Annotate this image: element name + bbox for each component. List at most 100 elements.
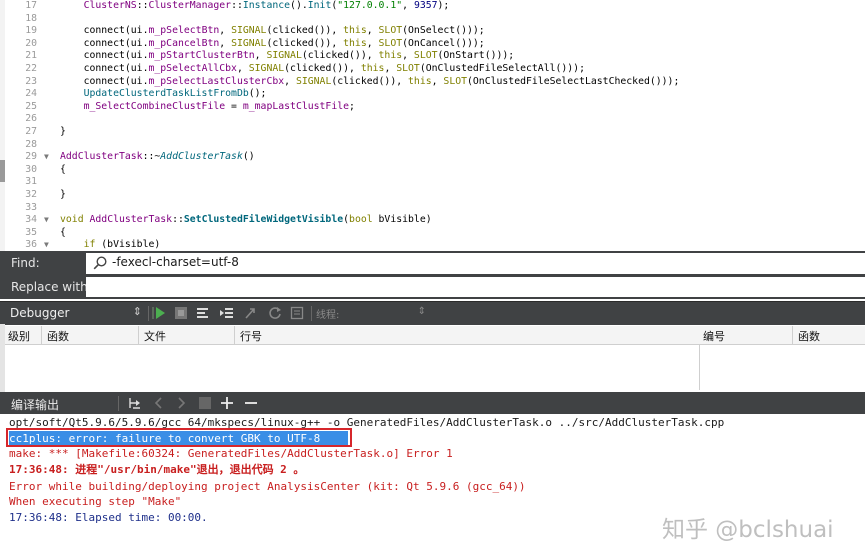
debugger-selector-label: Debugger (10, 306, 70, 320)
compile-output-title: 编译输出 (11, 398, 60, 412)
code-line: 28 (0, 139, 865, 152)
watermark: 知乎 @bclshuai (662, 517, 834, 543)
column-divider[interactable] (792, 326, 793, 344)
line-number: 18 (25, 12, 37, 24)
code-text: if (bVisible) (83, 239, 161, 251)
stack-view[interactable] (5, 345, 699, 390)
error-callout-box (6, 428, 352, 447)
continue-icon[interactable] (152, 306, 166, 320)
code-line: 17 ClusterNS::ClusterManager::Instance()… (0, 0, 865, 13)
line-number: 17 (25, 0, 37, 11)
line-number: 22 (25, 62, 37, 74)
filter-icon[interactable] (128, 396, 142, 410)
line-number: 30 (25, 163, 37, 175)
code-line: 34 ▼ void AddClusterTask::SetClustedFileWi… (0, 214, 865, 227)
plus-icon[interactable] (220, 396, 234, 410)
code-editor[interactable]: 17 ClusterNS::ClusterManager::Instance()… (0, 0, 865, 251)
chevron-left-icon[interactable] (152, 396, 166, 410)
step-into-icon[interactable] (220, 306, 234, 320)
line-number: 32 (25, 188, 37, 200)
code-line: 24 UpdateClusterdTaskListFromDb(); (0, 88, 865, 101)
line-number: 34 (25, 214, 37, 226)
code-line: 33 (0, 202, 865, 215)
code-text: void AddClusterTask::SetClustedFileWidge… (60, 214, 432, 226)
code-line: 18 (0, 13, 865, 26)
output-line: 17:36:48: Elapsed time: 00:00. (9, 511, 208, 524)
code-text: UpdateClusterdTaskListFromDb(); (83, 88, 267, 100)
find-input-value: -fexecl-charset=utf-8 (112, 255, 239, 269)
code-text: AddClusterTask::~AddClusterTask() (60, 151, 255, 163)
code-line: 26 (0, 113, 865, 126)
column-header-file[interactable]: 文件 (144, 328, 166, 344)
code-line: 29 ▼ AddClusterTask::~AddClusterTask() (0, 151, 865, 164)
restart-icon[interactable] (268, 306, 282, 320)
code-line: 35 { (0, 227, 865, 240)
output-line: make: *** [Makefile:60324: GeneratedFile… (9, 447, 453, 460)
code-lines: 17 ClusterNS::ClusterManager::Instance()… (0, 0, 865, 251)
column-divider[interactable] (41, 326, 42, 344)
find-replace-panel: Find: -fexecl-charset=utf-8 Replace with… (0, 251, 865, 299)
output-line: When executing step "Make" (9, 495, 182, 508)
toolbar-separator (118, 396, 119, 411)
code-text: { (60, 226, 66, 238)
fold-arrow-icon[interactable]: ▼ (44, 151, 54, 164)
column-header-number[interactable]: 编号 (703, 328, 725, 344)
code-line: 19 connect(ui.m_pSelectBtn, SIGNAL(click… (0, 25, 865, 38)
column-divider[interactable] (234, 326, 235, 344)
code-line: 32} (0, 189, 865, 202)
code-line: 30 { (0, 164, 865, 177)
debugger-selector[interactable]: Debugger ⇕ (4, 304, 146, 323)
line-number: 25 (25, 100, 37, 112)
stop-debug-icon[interactable] (174, 306, 188, 320)
replace-label: Replace with: (11, 280, 92, 294)
code-line: 27} (0, 126, 865, 139)
stop-icon[interactable] (198, 396, 212, 410)
line-number: 29 (25, 151, 37, 163)
code-line: 22 connect(ui.m_pSelectAllCbx, SIGNAL(cl… (0, 63, 865, 76)
line-number: 36 (25, 239, 37, 251)
line-number: 26 (25, 113, 37, 125)
code-text: connect(ui.m_pCancelBtn, SIGNAL(clicked(… (60, 37, 485, 49)
column-header-function[interactable]: 函数 (47, 328, 69, 344)
column-divider[interactable] (138, 326, 139, 344)
output-line: 17:36:48: 进程"/usr/bin/make"退出，退出代码 2 。 (9, 463, 305, 476)
code-text: } (60, 188, 66, 200)
code-line: 36 ▼ if (bVisible) (0, 239, 865, 251)
column-header-level[interactable]: 级别 (8, 328, 30, 344)
code-text: connect(ui.m_pSelectLastClusterCbx, SIGN… (60, 75, 680, 87)
toolbar-separator (311, 306, 312, 321)
minus-icon[interactable] (244, 396, 258, 410)
breakpoint-view-header: 编号 函数 (700, 326, 865, 345)
line-number: 28 (25, 138, 37, 150)
breakpoint-view[interactable] (699, 345, 865, 390)
line-number: 33 (25, 201, 37, 213)
step-out-icon[interactable] (244, 306, 258, 320)
step-over-icon[interactable] (196, 306, 210, 320)
thread-selector[interactable]: 线程: ⇕ (316, 306, 426, 321)
code-text: connect(ui.m_pSelectAllCbx, SIGNAL(click… (60, 62, 585, 74)
line-number: 20 (25, 37, 37, 49)
code-line: 23 connect(ui.m_pSelectLastClusterCbx, S… (0, 76, 865, 89)
column-header-line[interactable]: 行号 (240, 328, 262, 344)
line-number: 24 (25, 88, 37, 100)
replace-input[interactable] (86, 277, 865, 297)
code-line: 25 m_SelectCombineClustFile = m_mapLastC… (0, 101, 865, 114)
code-text: m_SelectCombineClustFile = m_mapLastClus… (83, 100, 355, 112)
fold-arrow-icon[interactable]: ▼ (44, 214, 54, 227)
fold-arrow-icon[interactable]: ▼ (44, 239, 54, 251)
code-text: { (60, 163, 66, 175)
chevron-right-icon[interactable] (174, 396, 188, 410)
stack-view-header: 级别 函数 文件 行号 (5, 326, 700, 345)
column-header-function[interactable]: 函数 (798, 328, 820, 344)
code-text: } (60, 125, 66, 137)
code-line: 20 connect(ui.m_pCancelBtn, SIGNAL(click… (0, 38, 865, 51)
code-text: connect(ui.m_pStartClusterBtn, SIGNAL(cl… (60, 50, 515, 62)
line-number: 19 (25, 25, 37, 37)
toolbar-separator (148, 306, 149, 321)
line-number: 31 (25, 176, 37, 188)
code-line: 21 connect(ui.m_pStartClusterBtn, SIGNAL… (0, 50, 865, 63)
updown-arrow-icon: ⇕ (132, 305, 142, 318)
operate-by-instruction-icon[interactable] (290, 306, 304, 320)
find-input[interactable]: -fexecl-charset=utf-8 (86, 253, 865, 274)
search-icon[interactable] (92, 255, 108, 271)
